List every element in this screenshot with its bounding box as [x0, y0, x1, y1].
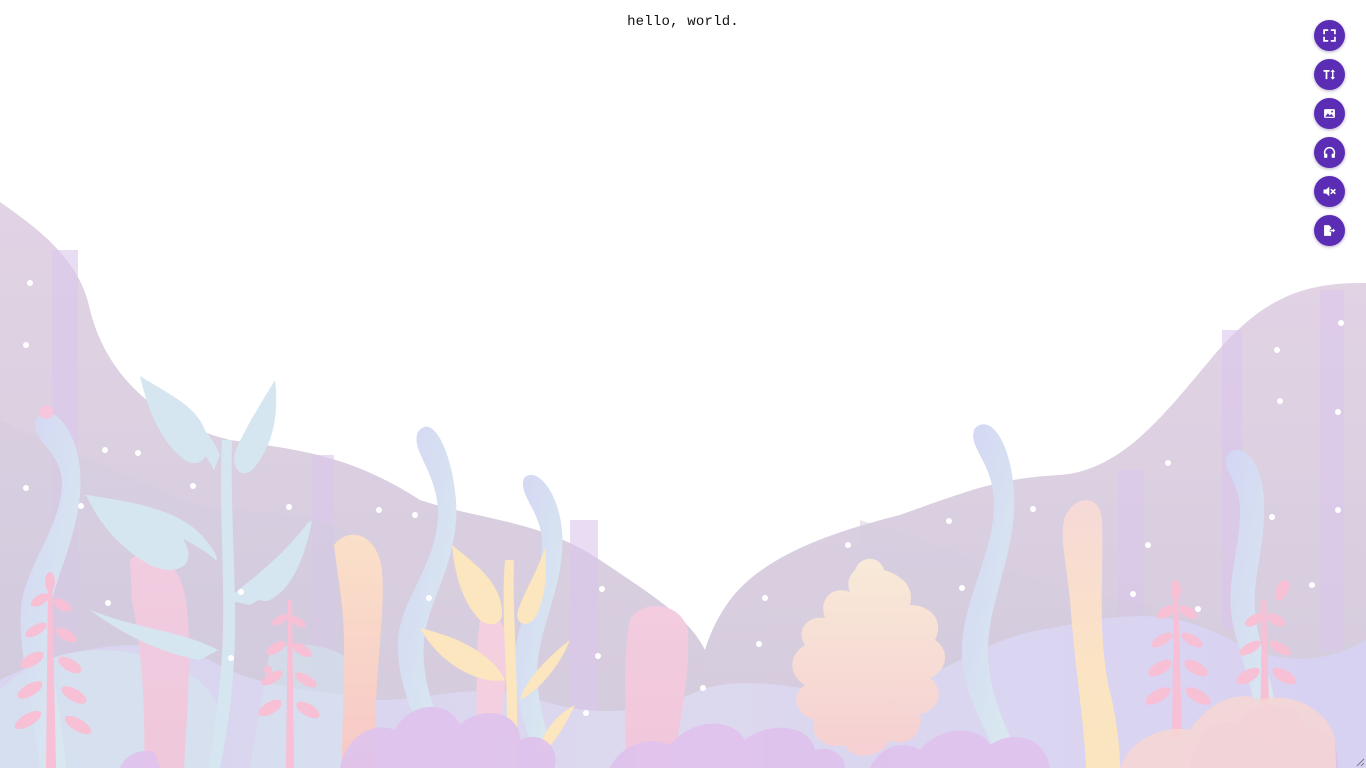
- fullscreen-button[interactable]: [1314, 20, 1345, 51]
- export-button[interactable]: [1314, 215, 1345, 246]
- fullscreen-icon: [1323, 29, 1336, 42]
- editor-text[interactable]: hello, world.: [627, 13, 739, 31]
- export-icon: [1324, 225, 1336, 236]
- font-size-button[interactable]: [1314, 59, 1345, 90]
- image-icon: [1324, 109, 1335, 118]
- headphones-icon: [1323, 146, 1336, 158]
- sound-button[interactable]: [1314, 137, 1345, 168]
- writing-area[interactable]: hello, world.: [0, 0, 1366, 768]
- text-size-icon: [1323, 69, 1336, 80]
- resize-grip-icon[interactable]: [1356, 758, 1365, 767]
- mute-button[interactable]: [1314, 176, 1345, 207]
- side-toolbar: [1314, 20, 1345, 246]
- background-image-button[interactable]: [1314, 98, 1345, 129]
- volume-mute-icon: [1323, 186, 1336, 197]
